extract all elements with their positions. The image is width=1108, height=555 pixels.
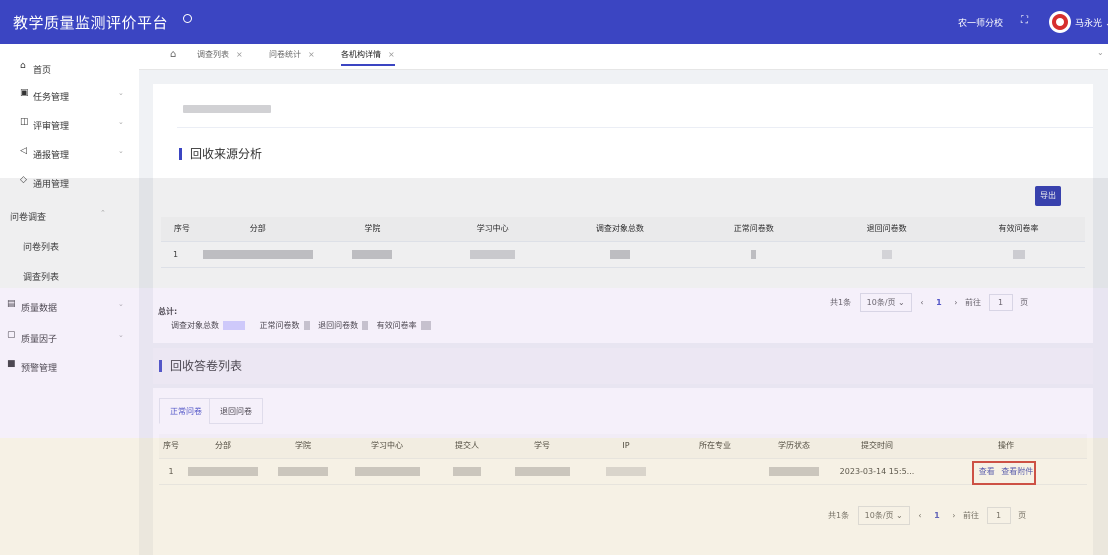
sidebar: ⌂ 首页 ▣ 任务管理 ⌄ ◫ 评审管理 ⌄ ◁ 通报管理 ⌄ ◇ 通用管理 问… — [0, 44, 139, 555]
sidebar-item-quality-data[interactable]: ▤ 质量数据 ⌄ — [0, 293, 139, 319]
answers-card: 正常问卷 退回问卷 序号 分部 学院 学习中心 提交人 学号 IP 所在专业 学… — [153, 388, 1093, 555]
answers-title-card: 回收答卷列表 — [153, 348, 1093, 384]
redacted-cell — [453, 466, 481, 476]
redacted-cell — [278, 466, 328, 476]
tab-bar: ⌂ 调查列表 × 问卷统计 × 各机构详情 × ⌄ — [139, 44, 1108, 70]
top-bar: 教学质量监测评价平台 农一师分校 ⛶ 马永光 ⌄ — [0, 0, 1108, 44]
chevron-down-icon[interactable]: ⌄ — [1097, 48, 1104, 57]
tab-survey-list[interactable]: 调查列表 × — [197, 49, 243, 60]
page-size-select[interactable]: 10条/页 ⌄ — [857, 506, 910, 525]
chevron-down-icon: ⌄ — [118, 147, 124, 155]
data-icon: ▤ — [7, 299, 16, 309]
summary-row: 调查对象总数 正常问卷数 退回问卷数 有效问卷率 — [171, 320, 431, 331]
notice-icon: ◁ — [20, 146, 27, 156]
summary-label: 总计: — [158, 307, 178, 316]
redacted-cell — [609, 249, 630, 259]
sidebar-item-warning[interactable]: ■ 预警管理 — [0, 353, 139, 379]
submit-time: 2023-03-14 15:5... — [829, 458, 925, 485]
redacted-cell — [352, 249, 393, 259]
table-row: 1 — [161, 241, 1085, 268]
sidebar-item-review[interactable]: ◫ 评审管理 ⌄ — [0, 111, 139, 137]
prev-page-icon[interactable]: ‹ — [918, 511, 921, 520]
close-icon[interactable]: × — [388, 50, 395, 59]
app-title: 教学质量监测评价平台 — [13, 14, 169, 32]
sidebar-item-quality-factor[interactable]: ▢ 质量因子 ⌄ — [0, 324, 139, 350]
chevron-up-icon: ⌃ — [100, 209, 106, 217]
fullscreen-icon[interactable]: ⛶ — [1021, 15, 1028, 26]
redacted-cell — [470, 249, 516, 259]
current-page[interactable]: 1 — [936, 298, 942, 307]
goto-page-input[interactable]: 1 — [988, 294, 1013, 311]
avatar[interactable] — [1049, 11, 1071, 33]
prev-page-icon[interactable]: ‹ — [920, 298, 923, 307]
table-row: 1 2023-03-14 15:5... 查看 查看附件 — [159, 458, 1087, 485]
close-icon[interactable]: × — [236, 50, 243, 59]
sidebar-item-task[interactable]: ▣ 任务管理 ⌄ — [0, 82, 139, 108]
answers-table: 序号 分部 学院 学习中心 提交人 学号 IP 所在专业 学历状态 提交时间 操… — [159, 434, 1087, 485]
subtab-returned[interactable]: 退回问卷 — [209, 398, 263, 424]
redacted-cell — [514, 466, 570, 476]
main-content: ⌂ 调查列表 × 问卷统计 × 各机构详情 × ⌄ 回收来源分析 导出 序号 分部 学… — [139, 44, 1108, 555]
refresh-icon[interactable] — [183, 14, 192, 23]
redacted-cell — [354, 466, 420, 476]
user-name[interactable]: 马永光 ⌄ — [1075, 16, 1108, 29]
page-size-select[interactable]: 10条/页 ⌄ — [859, 293, 912, 312]
warning-icon: ■ — [7, 359, 16, 369]
chevron-icon: ⌄ — [118, 89, 124, 97]
next-page-icon[interactable]: › — [952, 511, 955, 520]
page-title-redacted — [183, 105, 271, 113]
home-tab-icon[interactable]: ⌂ — [170, 49, 176, 60]
chevron-down-icon: ⌄ — [118, 331, 124, 339]
divider — [177, 127, 1093, 128]
chevron-down-icon: ⌄ — [118, 300, 124, 308]
redacted-cell — [881, 249, 892, 259]
next-page-icon[interactable]: › — [954, 298, 957, 307]
task-icon: ▣ — [20, 88, 29, 98]
goto-page-input[interactable]: 1 — [986, 507, 1011, 524]
redacted-cell — [188, 466, 258, 476]
subtab-normal[interactable]: 正常问卷 — [159, 398, 213, 424]
answers-section-title: 回收答卷列表 — [159, 360, 242, 372]
tag-icon: ◇ — [20, 175, 27, 185]
sidebar-item-questionnaire-list[interactable]: 问卷列表 — [0, 232, 139, 258]
source-pagination: 共1条 10条/页 ⌄ ‹ 1 › 前往 1 页 — [830, 293, 1028, 312]
review-icon: ◫ — [20, 117, 29, 127]
current-page[interactable]: 1 — [934, 511, 940, 520]
table-header: 序号 分部 学院 学习中心 提交人 学号 IP 所在专业 学历状态 提交时间 操… — [159, 434, 1087, 459]
export-button[interactable]: 导出 — [1035, 186, 1061, 206]
source-section-title: 回收来源分析 — [179, 148, 262, 160]
tab-questionnaire-stats[interactable]: 问卷统计 × — [269, 49, 315, 60]
chevron-down-icon: ⌄ — [118, 118, 124, 126]
home-icon: ⌂ — [20, 61, 26, 71]
redacted-cell — [1012, 249, 1025, 259]
close-icon[interactable]: × — [308, 50, 315, 59]
sidebar-item-survey-list[interactable]: 调查列表 — [0, 262, 139, 288]
redacted-cell — [751, 249, 757, 259]
table-header: 序号 分部 学院 学习中心 调查对象总数 正常问卷数 退回问卷数 有效问卷率 — [161, 217, 1085, 242]
factor-icon: ▢ — [7, 330, 16, 340]
school-name[interactable]: 农一师分校 — [958, 16, 1003, 29]
redacted-cell — [202, 249, 313, 259]
sidebar-item-common[interactable]: ◇ 通用管理 — [0, 169, 139, 195]
source-table: 序号 分部 学院 学习中心 调查对象总数 正常问卷数 退回问卷数 有效问卷率 1 — [161, 217, 1085, 268]
highlight-box — [972, 461, 1036, 485]
sidebar-item-notice[interactable]: ◁ 通报管理 ⌄ — [0, 140, 139, 166]
answers-pagination: 共1条 10条/页 ⌄ ‹ 1 › 前往 1 页 — [828, 506, 1026, 525]
detail-card: 回收来源分析 — [153, 84, 1093, 178]
tab-institution-detail[interactable]: 各机构详情 × — [341, 49, 395, 66]
redacted-cell — [769, 466, 819, 476]
sidebar-item-survey[interactable]: 问卷调查 ⌃ — [0, 202, 139, 228]
redacted-cell — [606, 466, 646, 476]
sidebar-item-home[interactable]: ⌂ 首页 — [0, 55, 139, 81]
source-card: 导出 序号 分部 学院 学习中心 调查对象总数 正常问卷数 退回问卷数 有效问卷… — [153, 178, 1093, 343]
